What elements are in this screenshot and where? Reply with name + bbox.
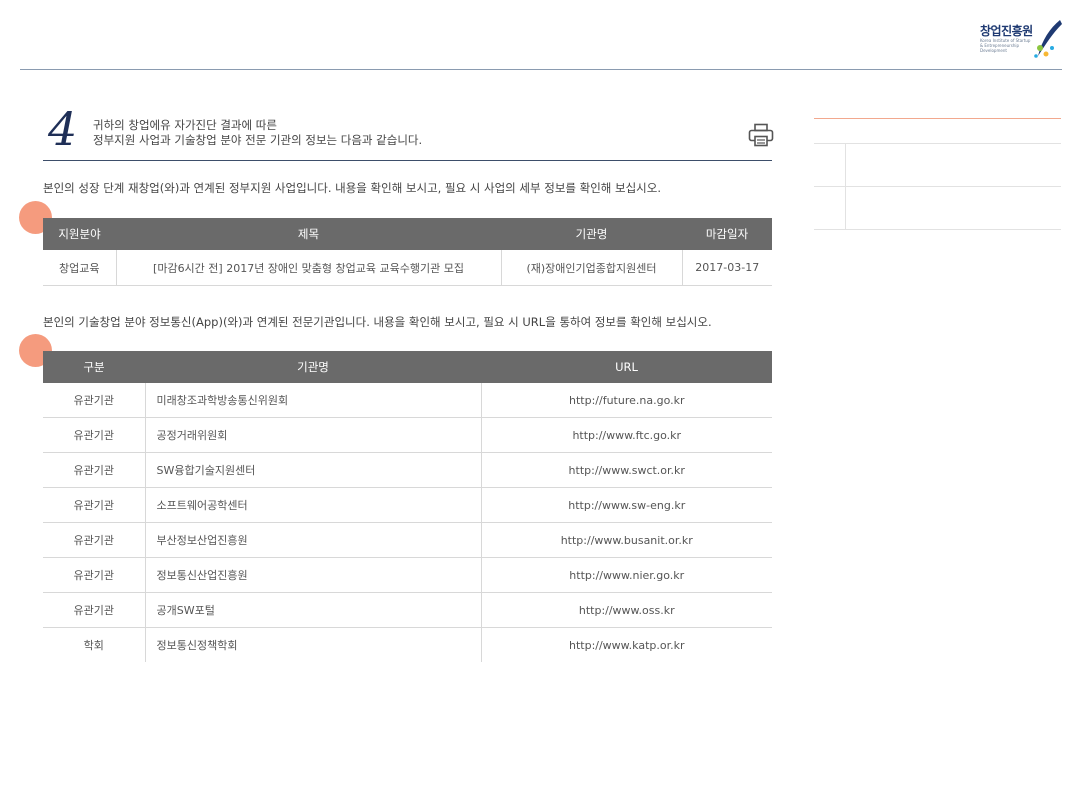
intro-line-2: 정부지원 사업과 기술창업 분야 전문 기관의 정보는 다음과 같습니다. — [93, 133, 423, 147]
column-header: URL — [481, 351, 772, 383]
logo-text: 창업진흥원 — [980, 24, 1033, 38]
org-name-cell: 미래창조과학방송통신위원회 — [144, 383, 481, 418]
org-name-cell: SW융합기술지원센터 — [144, 452, 481, 488]
column-header: 구분 — [43, 351, 145, 383]
logo-swoosh-icon — [1034, 20, 1062, 58]
category-cell: 유관기관 — [43, 417, 145, 453]
expert-orgs-table: 구분 기관명 URL 유관기관 미래창조과학방송통신위원회 http://fut… — [43, 351, 772, 662]
table-row: 유관기관 공개SW포털 http://www.oss.kr — [43, 592, 772, 628]
table-row: 유관기관 SW융합기술지원센터 http://www.swct.or.kr — [43, 452, 772, 488]
org-url-link[interactable]: http://www.oss.kr — [480, 592, 772, 628]
org-name-cell: 공정거래위원회 — [144, 417, 481, 453]
printer-icon — [748, 123, 774, 147]
column-header: 기관명 — [145, 351, 481, 383]
section-divider — [43, 160, 772, 161]
agency-name-cell: (재)장애인기업종합지원센터 — [500, 250, 682, 286]
org-name-cell: 정보통신정책학회 — [144, 627, 481, 662]
expert-orgs-description: 본인의 기술창업 분야 정보통신(App)(와)과 연계된 전문기관입니다. 내… — [43, 315, 712, 329]
org-url-link[interactable]: http://www.sw-eng.kr — [480, 487, 772, 523]
column-header: 기관명 — [501, 218, 682, 250]
header-divider — [20, 69, 1062, 70]
gov-support-table: 지원분야 제목 기관명 마감일자 창업교육 [마감6시간 전] 2017년 장애… — [43, 218, 772, 286]
column-header: 마감일자 — [682, 218, 772, 250]
section-intro: 귀하의 창업에유 자가진단 결과에 따른 정부지원 사업과 기술창업 분야 전문… — [93, 118, 422, 148]
sidebar-row-divider — [814, 229, 1061, 230]
column-header: 제목 — [116, 218, 501, 250]
brand-logo: 창업진흥원 Korea Institute of Startup & Entre… — [980, 18, 1064, 64]
sidebar-row-divider — [814, 186, 1061, 187]
category-cell: 유관기관 — [43, 557, 145, 593]
table-row: 유관기관 공정거래위원회 http://www.ftc.go.kr — [43, 417, 772, 453]
table-row: 유관기관 정보통신산업진흥원 http://www.nier.go.kr — [43, 557, 772, 593]
table-row: 학회 정보통신정책학회 http://www.katp.or.kr — [43, 627, 772, 662]
category-cell: 유관기관 — [43, 487, 145, 523]
category-cell: 유관기관 — [43, 383, 145, 418]
org-url-link[interactable]: http://future.na.go.kr — [480, 383, 772, 418]
org-url-link[interactable]: http://www.nier.go.kr — [480, 557, 772, 593]
sidebar-accent-line — [814, 118, 1061, 119]
category-cell: 유관기관 — [43, 452, 145, 488]
org-name-cell: 소프트웨어공학센터 — [144, 487, 481, 523]
column-header: 지원분야 — [43, 218, 116, 250]
table-row: 유관기관 미래창조과학방송통신위원회 http://future.na.go.k… — [43, 383, 772, 418]
org-url-link[interactable]: http://www.swct.or.kr — [480, 452, 772, 488]
print-button[interactable] — [748, 123, 774, 147]
org-url-link[interactable]: http://www.katp.or.kr — [480, 627, 772, 662]
org-name-cell: 정보통신산업진흥원 — [144, 557, 481, 593]
table-row: 유관기관 부산정보산업진흥원 http://www.busanit.or.kr — [43, 522, 772, 558]
org-url-link[interactable]: http://www.ftc.go.kr — [480, 417, 772, 453]
category-cell: 유관기관 — [43, 522, 145, 558]
section-number: 4 — [48, 102, 78, 156]
support-field-cell: 창업교육 — [43, 250, 116, 286]
sidebar-row-divider — [814, 143, 1061, 144]
logo-subtitle: Korea Institute of Startup & Entrepreneu… — [980, 38, 1031, 53]
table-row: 유관기관 소프트웨어공학센터 http://www.sw-eng.kr — [43, 487, 772, 523]
category-cell: 학회 — [83, 639, 104, 652]
program-title-link[interactable]: [마감6시간 전] 2017년 장애인 맞춤형 창업교육 교육수행기관 모집 — [115, 250, 501, 286]
sidebar-column-divider — [845, 143, 846, 229]
org-url-link[interactable]: http://www.busanit.or.kr — [480, 522, 772, 558]
org-name-cell: 공개SW포털 — [144, 592, 481, 628]
gov-support-description: 본인의 성장 단계 재창업(와)과 연계된 정부지원 사업입니다. 내용을 확인… — [43, 181, 662, 195]
deadline-cell: 2017-03-17 — [681, 250, 772, 286]
intro-line-1: 귀하의 창업에유 자가진단 결과에 따른 — [93, 118, 277, 132]
org-name-cell: 부산정보산업진흥원 — [144, 522, 481, 558]
category-cell: 유관기관 — [43, 592, 145, 628]
table-row[interactable]: 창업교육 [마감6시간 전] 2017년 장애인 맞춤형 창업교육 교육수행기관… — [43, 250, 772, 286]
